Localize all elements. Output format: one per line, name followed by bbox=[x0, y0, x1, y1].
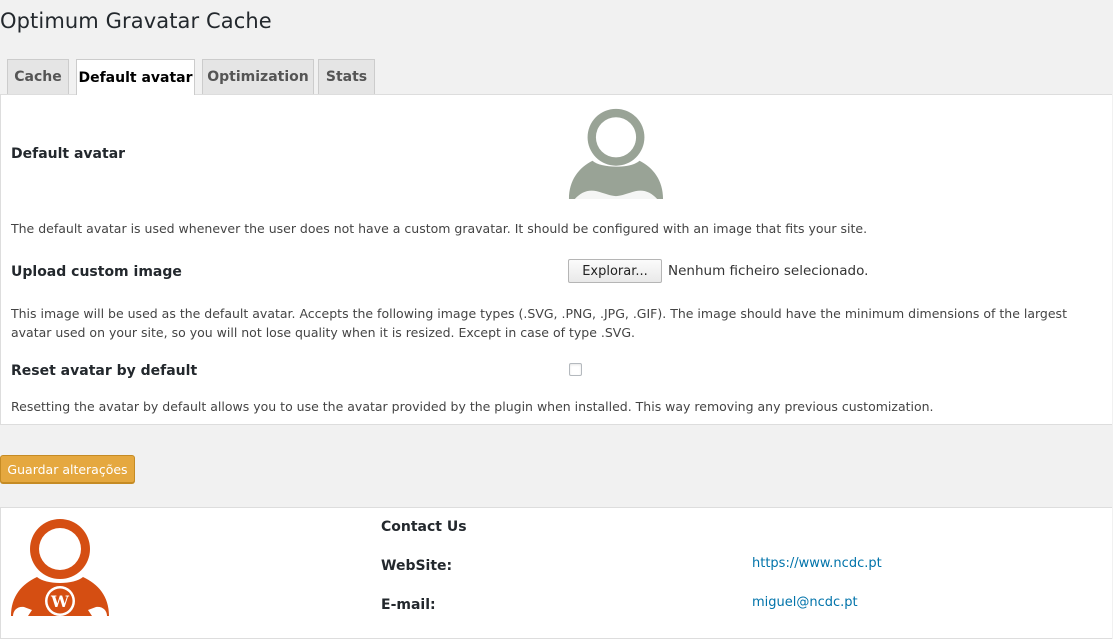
default-avatar-person-icon bbox=[568, 108, 664, 200]
file-status-text: Nenhum ficheiro selecionado. bbox=[668, 263, 869, 279]
upload-custom-image-label: Upload custom image bbox=[11, 264, 182, 280]
contact-panel: W Contact Us WebSite: https://www.ncdc.p… bbox=[0, 507, 1112, 639]
contact-us-title: Contact Us bbox=[381, 519, 467, 535]
svg-text:W: W bbox=[50, 592, 70, 611]
reset-avatar-description: Resetting the avatar by default allows y… bbox=[11, 399, 934, 414]
page-title: Optimum Gravatar Cache bbox=[0, 9, 272, 33]
website-label: WebSite: bbox=[381, 558, 453, 574]
email-label: E-mail: bbox=[381, 597, 436, 613]
upload-description: This image will be used as the default a… bbox=[11, 306, 1067, 340]
email-link[interactable]: miguel@ncdc.pt bbox=[752, 595, 858, 610]
save-changes-button[interactable]: Guardar alterações bbox=[0, 455, 135, 483]
tab-optimization[interactable]: Optimization bbox=[202, 59, 314, 94]
tab-cache[interactable]: Cache bbox=[7, 59, 69, 94]
default-avatar-description: The default avatar is used whenever the … bbox=[11, 221, 868, 236]
reset-avatar-checkbox[interactable] bbox=[569, 363, 582, 376]
tab-default-avatar[interactable]: Default avatar bbox=[76, 59, 195, 95]
tab-stats[interactable]: Stats bbox=[318, 59, 375, 94]
default-avatar-label: Default avatar bbox=[11, 146, 126, 162]
browse-file-button[interactable]: Explorar... bbox=[568, 259, 662, 283]
default-avatar-settings-panel: Default avatar The default avatar is use… bbox=[0, 94, 1112, 425]
website-link[interactable]: https://www.ncdc.pt bbox=[752, 556, 882, 571]
wordpress-avatar-icon: W bbox=[11, 519, 109, 616]
reset-avatar-label: Reset avatar by default bbox=[11, 363, 198, 379]
